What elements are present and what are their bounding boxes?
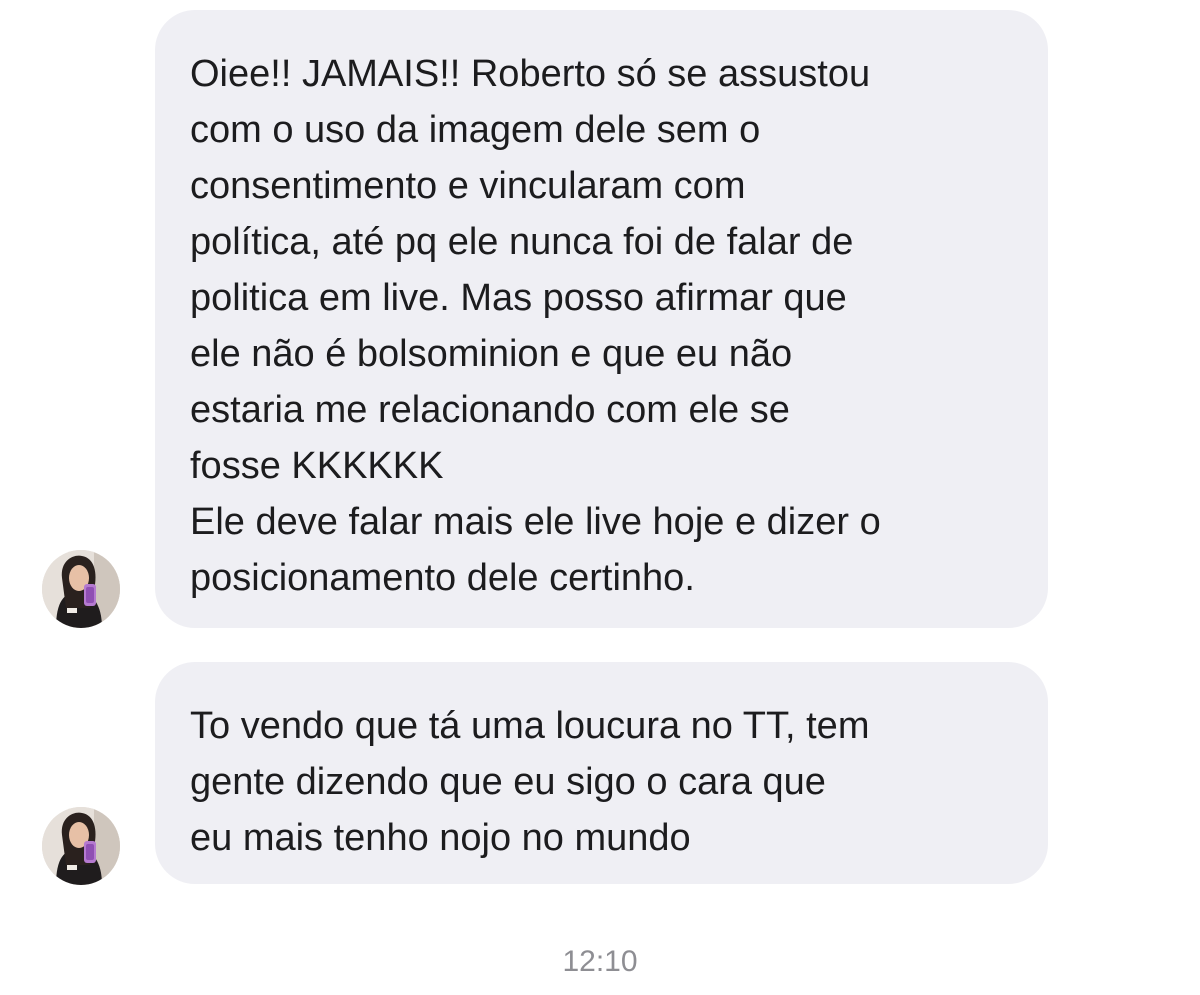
message-line: ele não é bolsominion e que eu não [190,333,793,375]
avatar-photo-icon [42,807,120,885]
message-line: Ele deve falar mais ele live hoje e dize… [190,501,881,543]
message-bubble[interactable]: To vendo que tá uma loucura no TT, tem g… [155,662,1048,884]
message-line: política, até pq ele nunca foi de falar … [190,221,854,263]
message-line: posicionamento dele certinho. [190,557,695,599]
avatar-photo-icon [42,550,120,628]
sender-avatar[interactable] [42,550,120,628]
message-timestamp: 12:10 [562,945,638,978]
message-line: To vendo que tá uma loucura no TT, tem [190,705,870,747]
message-bubble[interactable]: Oiee!! JAMAIS!! Roberto só se assustou c… [155,10,1048,628]
message-line: com o uso da imagem dele sem o [190,109,761,151]
message-line: consentimento e vincularam com [190,165,746,207]
chat-thread: Oiee!! JAMAIS!! Roberto só se assustou c… [0,0,1200,995]
sender-avatar[interactable] [42,807,120,885]
message-line: eu mais tenho nojo no mundo [190,817,691,859]
message-line: politica em live. Mas posso afirmar que [190,277,847,319]
message-line: gente dizendo que eu sigo o cara que [190,761,826,803]
message-line: fosse KKKKKK [190,445,444,487]
message-line: Oiee!! JAMAIS!! Roberto só se assustou [190,53,871,95]
message-line: estaria me relacionando com ele se [190,389,790,431]
